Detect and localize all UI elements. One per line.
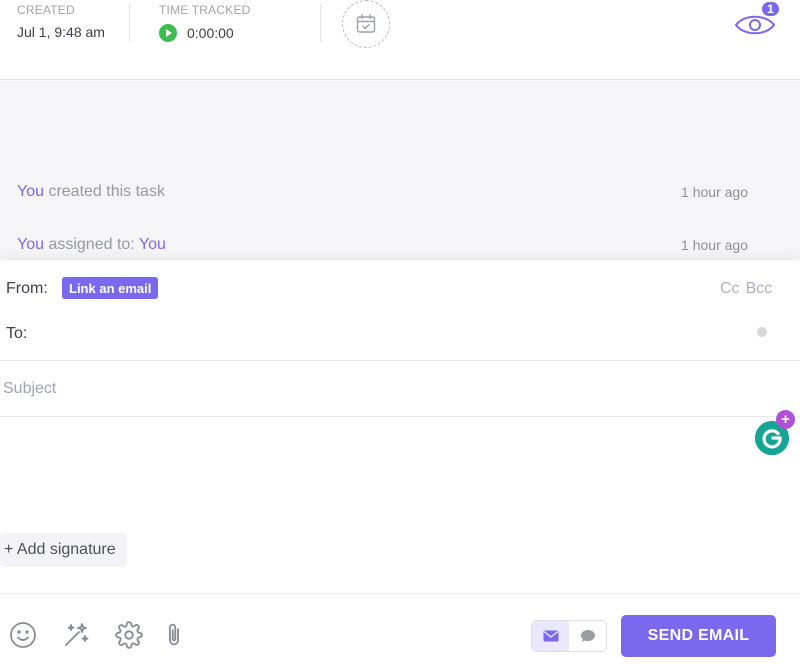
time-tracked-field: TIME TRACKED 0:00:00 (159, 3, 251, 42)
activity-actor[interactable]: You (17, 236, 44, 253)
activity-time: 1 hour ago (681, 237, 748, 253)
to-row: To: (0, 316, 800, 361)
activity-description: assigned to: (44, 236, 139, 253)
attach-file-button[interactable] (159, 620, 189, 650)
paperclip-icon (168, 623, 180, 646)
cc-button[interactable]: Cc (720, 280, 740, 298)
to-label: To: (6, 325, 28, 342)
activity-text: You assigned to: You (17, 236, 166, 254)
composer-footer-divider (0, 593, 800, 594)
activity-item: You assigned to: You 1 hour ago (17, 234, 748, 256)
task-meta-bar: CREATED Jul 1, 9:48 am TIME TRACKED 0:00… (0, 0, 800, 80)
from-label: From: (6, 280, 48, 297)
add-signature-button[interactable]: + Add signature (0, 533, 127, 567)
activity-time: 1 hour ago (681, 184, 748, 200)
magic-wand-icon (65, 623, 89, 646)
chat-bubble-icon (580, 630, 595, 642)
from-row: From: Link an email Cc Bcc (0, 260, 800, 316)
bcc-button[interactable]: Bcc (746, 280, 773, 298)
time-tracked-control[interactable]: 0:00:00 (159, 24, 251, 42)
subject-input[interactable] (3, 375, 743, 403)
activity-description: created this task (44, 183, 165, 200)
send-email-button[interactable]: SEND EMAIL (621, 615, 776, 657)
email-mode-toggle[interactable] (532, 621, 569, 651)
activity-text: You created this task (17, 183, 165, 201)
activity-actor[interactable]: You (17, 183, 44, 200)
link-email-button[interactable]: Link an email (62, 277, 159, 299)
created-label: CREATED (17, 3, 75, 17)
emoji-icon (10, 622, 36, 648)
cc-bcc-toggles: Cc Bcc (720, 280, 772, 298)
subject-row (0, 361, 800, 417)
meta-divider (129, 4, 130, 42)
envelope-icon (543, 630, 558, 642)
created-value: Jul 1, 9:48 am (17, 24, 105, 40)
comment-mode-toggle[interactable] (569, 621, 606, 651)
emoji-button[interactable] (8, 620, 38, 650)
activity-item: You created this task 1 hour ago (17, 181, 748, 203)
activity-assignee[interactable]: You (139, 236, 166, 253)
settings-button[interactable] (114, 620, 144, 650)
ai-magic-button[interactable] (61, 620, 91, 650)
email-body-editor[interactable]: + (0, 410, 800, 533)
watchers-button[interactable]: 1 (733, 0, 781, 40)
gear-icon (115, 621, 143, 649)
created-field: CREATED Jul 1, 9:48 am (17, 3, 105, 40)
activity-feed: You created this task 1 hour ago You ass… (0, 81, 800, 260)
to-input[interactable] (34, 320, 734, 348)
email-composer: From: Link an email Cc Bcc To: + + Add s… (0, 260, 800, 664)
watchers-count-badge: 1 (760, 0, 781, 18)
grammarly-plus-icon[interactable]: + (776, 410, 795, 429)
meta-divider (320, 4, 321, 42)
play-timer-icon[interactable] (159, 24, 177, 42)
recipient-status-dot (757, 327, 767, 337)
calendar-check-icon (356, 14, 376, 33)
time-tracked-value: 0:00:00 (187, 25, 234, 41)
due-date-button[interactable] (342, 0, 390, 48)
message-type-toggle (531, 620, 607, 652)
time-tracked-label: TIME TRACKED (159, 3, 251, 17)
